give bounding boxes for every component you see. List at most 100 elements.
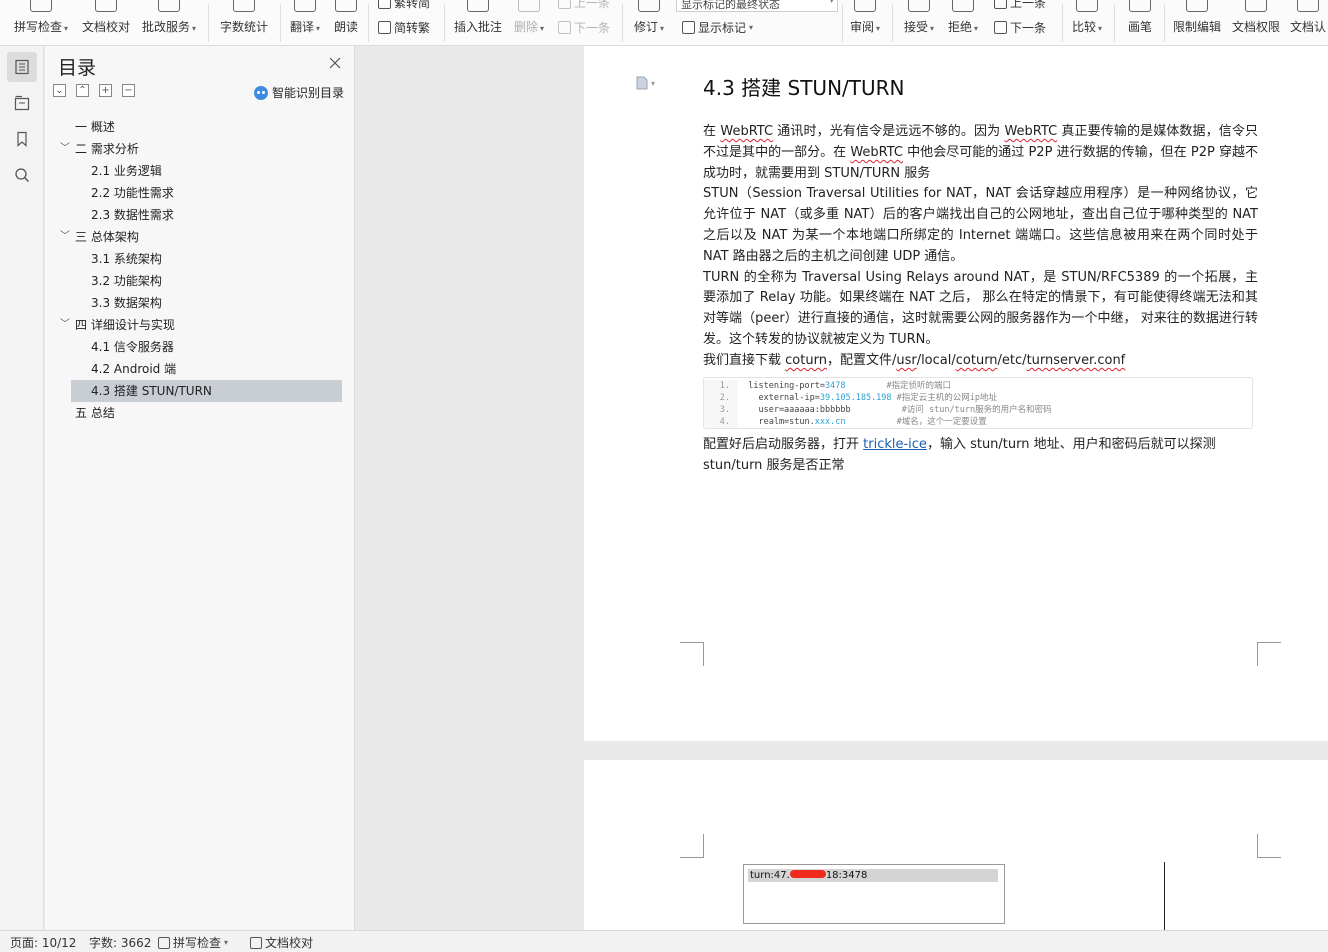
toc-item-label: 二 需求分析 — [75, 142, 139, 156]
toc-item[interactable]: 2.3 数据性需求 — [53, 204, 350, 226]
doc-auth-icon — [1297, 0, 1319, 12]
collapse-down-button[interactable]: ⌄ — [53, 84, 66, 97]
prev-change-button[interactable]: 上一条 — [994, 0, 1046, 11]
toc-item[interactable]: 3.1 系统架构 — [53, 248, 350, 270]
translate-button[interactable]: 翻译 ▾ — [286, 0, 324, 45]
toc-item-label: 五 总结 — [75, 406, 115, 420]
document-page: ▾ 4.3 搭建 STUN/TURN 在 WebRTC 通讯时，光有信令是远远不… — [584, 46, 1328, 741]
navigation-panel-button[interactable] — [7, 88, 37, 118]
compare-button[interactable]: 比较 ▾ — [1068, 0, 1106, 45]
delete-comment-button[interactable]: 删除 ▾ — [510, 0, 548, 45]
next-change-button[interactable]: 下一条 — [994, 19, 1046, 36]
prev-change-icon — [994, 0, 1007, 9]
next-comment-icon — [558, 21, 571, 34]
trad-to-simp-button[interactable]: 繁转简 — [378, 0, 430, 11]
smart-toc-button[interactable]: 智能识别目录 — [254, 84, 344, 101]
trad-simp-icon — [378, 0, 391, 9]
delete-comment-icon — [518, 0, 540, 12]
toc-item-label: 3.3 数据架构 — [91, 296, 162, 310]
toc-item[interactable]: 2.2 功能性需求 — [53, 182, 350, 204]
next-comment-button[interactable]: 下一条 — [558, 19, 610, 36]
doc-permission-button[interactable]: 文档权限 — [1230, 0, 1282, 45]
toc-item[interactable]: 3.3 数据架构 — [53, 292, 350, 314]
doc-auth-button[interactable]: 文档认 — [1288, 0, 1328, 45]
toc-item[interactable]: ﹀ 二 需求分析 — [53, 138, 350, 160]
document-page: turn:47. 18:3478 — [584, 760, 1328, 930]
word-count-indicator[interactable]: 字数: 3662 — [89, 934, 151, 951]
proofread-status-button[interactable]: 文档校对 — [250, 934, 313, 951]
doc-proofread-button[interactable]: 文档校对 — [78, 0, 134, 45]
word-count-button[interactable]: 字数统计 — [216, 0, 272, 45]
correction-service-button[interactable]: 批改服务 ▾ — [138, 0, 200, 45]
reject-icon — [952, 0, 974, 12]
spellcheck-button[interactable]: 拼写检查 ▾ — [8, 0, 74, 45]
simp-to-trad-button[interactable]: 简转繁 — [378, 19, 430, 36]
markup-state-dropdown[interactable]: 显示标记的最终状态 ▾ — [676, 0, 838, 12]
restrict-edit-icon — [1186, 0, 1208, 12]
toc-item[interactable]: 3.2 功能架构 — [53, 270, 350, 292]
chevron-down-icon[interactable]: ﹀ — [60, 138, 70, 160]
word-count-icon — [233, 0, 255, 12]
accept-button[interactable]: 接受 ▾ — [900, 0, 938, 45]
toc-item[interactable]: ﹀ 三 总体架构 — [53, 226, 350, 248]
toc-item-label: 2.2 功能性需求 — [91, 186, 174, 200]
read-aloud-button[interactable]: 朗读 — [330, 0, 362, 45]
search-icon — [15, 168, 29, 182]
toc-item[interactable]: 4.3 搭建 STUN/TURN — [71, 380, 342, 402]
toc-icon — [15, 59, 29, 75]
document-icon — [636, 76, 648, 90]
toc-panel-button[interactable] — [7, 52, 37, 82]
section-heading: 4.3 搭建 STUN/TURN — [703, 76, 905, 100]
collapse-up-button[interactable]: ⌃ — [76, 84, 89, 97]
toc-item[interactable]: 2.1 业务逻辑 — [53, 160, 350, 182]
insert-comment-button[interactable]: 插入批注 — [452, 0, 504, 45]
show-markup-icon — [682, 21, 695, 34]
page-corner-mark — [1257, 834, 1281, 858]
toc-item[interactable]: 4.2 Android 端 — [53, 358, 350, 380]
chevron-down-icon: ▾ — [651, 78, 656, 88]
page-indicator[interactable]: 页面: 10/12 — [10, 934, 76, 951]
read-aloud-icon — [335, 0, 357, 12]
doc-permission-icon — [1245, 0, 1267, 12]
chevron-down-icon[interactable]: ﹀ — [60, 226, 70, 248]
bookmark-panel-button[interactable] — [7, 124, 37, 154]
paragraph-stun: STUN（Session Traversal Utilities for NAT… — [703, 186, 1258, 264]
expand-all-button[interactable]: + — [99, 84, 112, 97]
restrict-edit-button[interactable]: 限制编辑 — [1170, 0, 1224, 45]
toc-item[interactable]: 一 概述 — [53, 116, 350, 138]
body-text: 在 WebRTC 通讯时，光有信令是远远不够的。因为 WebRTC 真正要传输的… — [703, 122, 1258, 372]
next-change-icon — [994, 21, 1007, 34]
translate-icon — [294, 0, 316, 12]
pen-button[interactable]: 画笔 — [1122, 0, 1158, 45]
ribbon-toolbar: 拼写检查 ▾ 文档校对 批改服务 ▾ 字数统计 翻译 ▾ 朗读 繁转简 简转繁 插入批… — [0, 0, 1328, 46]
search-panel-button[interactable] — [7, 160, 37, 190]
track-changes-button[interactable]: 修订 ▾ — [630, 0, 668, 45]
toc-item-label: 4.3 搭建 STUN/TURN — [91, 384, 212, 398]
toc-item[interactable]: 4.1 信令服务器 — [53, 336, 350, 358]
smart-toc-icon — [254, 85, 268, 100]
toc-panel: 目录 ⌄ ⌃ + − 智能识别目录 一 概述 ﹀ 二 需求分析 2.1 业务逻辑 2.2… — [45, 46, 355, 930]
trickle-ice-link[interactable]: trickle-ice — [863, 437, 927, 452]
review-button[interactable]: 审阅 ▾ — [846, 0, 884, 45]
page-corner-mark — [1257, 642, 1281, 666]
collapse-all-button[interactable]: − — [122, 84, 135, 97]
status-bar: 页面: 10/12 字数: 3662 拼写检查 ▾ 文档校对 — [0, 930, 1328, 952]
chevron-down-icon[interactable]: ﹀ — [60, 314, 70, 336]
toc-item-label: 三 总体架构 — [75, 230, 139, 244]
paragraph-menu[interactable]: ▾ — [636, 76, 655, 90]
chevron-up-icon: ⌃ — [78, 85, 87, 96]
turn-url-field: turn:47. 18:3478 — [748, 869, 998, 882]
show-markup-button[interactable]: 显示标记 ▾ — [682, 19, 753, 36]
toc-item[interactable]: ﹀ 四 详细设计与实现 — [53, 314, 350, 336]
paragraph-turn: TURN 的全称为 Traversal Using Relays around … — [703, 269, 1258, 347]
navigation-icon — [14, 95, 30, 111]
paragraph-trickle-ice: 配置好后启动服务器，打开 trickle-ice，输入 stun/turn 地址… — [703, 437, 1216, 473]
close-icon[interactable] — [328, 56, 342, 70]
toc-item-label: 四 详细设计与实现 — [75, 318, 175, 332]
prev-comment-button[interactable]: 上一条 — [558, 0, 610, 11]
reject-button[interactable]: 拒绝 ▾ — [944, 0, 982, 45]
spellcheck-status-button[interactable]: 拼写检查 ▾ — [158, 934, 228, 951]
spellcheck-icon — [30, 0, 52, 12]
toc-item[interactable]: 五 总结 — [53, 402, 350, 424]
toc-title: 目录 — [58, 57, 97, 79]
